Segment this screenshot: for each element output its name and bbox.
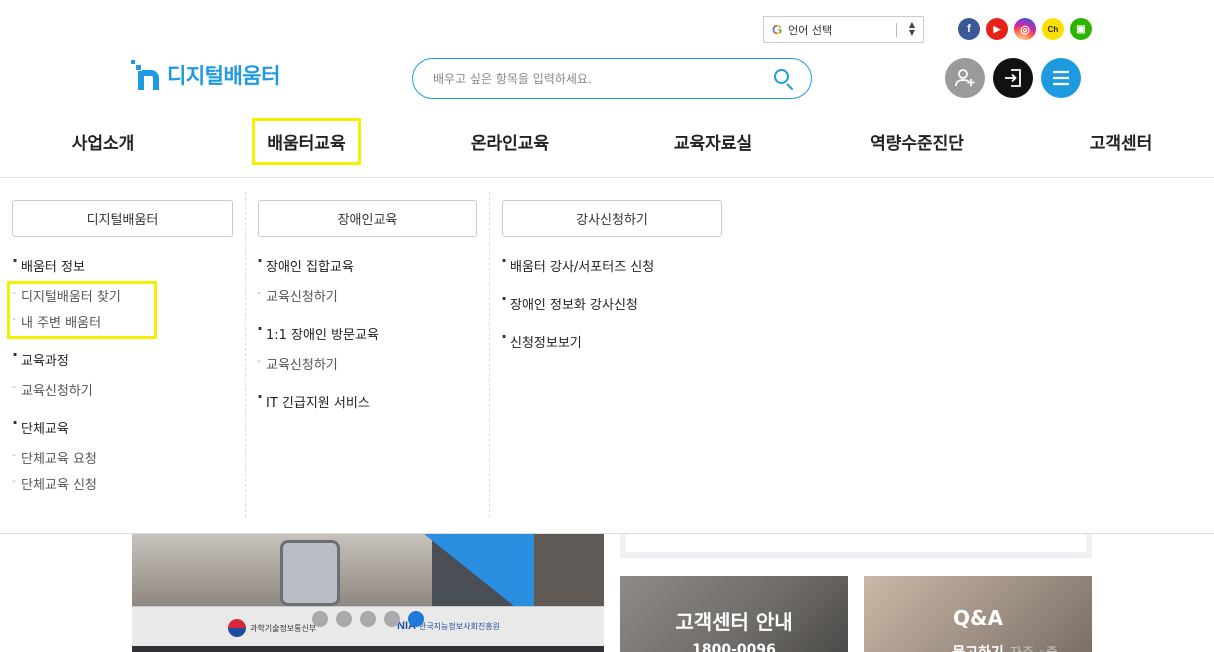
slide-dot[interactable] (360, 611, 376, 627)
customer-center-tile[interactable]: 고객센터 안내 1800-0096 (620, 576, 848, 652)
google-icon: G (772, 22, 783, 37)
mega-menu-top-border (0, 177, 1214, 178)
faq-faint-text: 자주 ◦즐 (1010, 642, 1058, 652)
login-button[interactable] (993, 58, 1033, 98)
menu-disability-visit-edu[interactable]: 1:1 장애인 방문교육 (257, 319, 379, 343)
category-instructor-apply[interactable]: 강사신청하기 (502, 200, 722, 237)
notice-box (620, 534, 1092, 558)
msit-name: 과학기술정보통신부 (250, 623, 317, 633)
hamburger-icon (1053, 70, 1069, 86)
nav-learning-center-edu[interactable]: 배움터교육 (252, 118, 361, 165)
column-divider (489, 192, 490, 517)
phone-image (280, 540, 340, 606)
join-button[interactable] (945, 58, 985, 98)
menu-apply-course[interactable]: 교육신청하기 (257, 286, 338, 305)
youtube-icon[interactable]: ▶ (986, 18, 1008, 40)
slide-dot[interactable] (312, 611, 328, 627)
kakaotalk-icon[interactable]: Ch (1042, 18, 1064, 40)
menu-center-info[interactable]: 배움터 정보 (12, 251, 85, 275)
category-digital-center[interactable]: 디지털배움터 (12, 200, 233, 237)
msit-logo: 과학기술정보통신부 (228, 619, 316, 637)
menu-disability-group-edu[interactable]: 장애인 집합교육 (257, 251, 354, 275)
add-user-icon (955, 69, 975, 87)
search-bar (412, 58, 812, 99)
slide-dot[interactable] (336, 611, 352, 627)
language-select[interactable]: G 언어 선택 ▲ ▼ (763, 16, 924, 43)
nia-name: 한국지능정보사회진흥원 (418, 621, 500, 631)
login-icon (1005, 69, 1021, 87)
qna-tile[interactable]: Q&A 묻고하기 (864, 576, 1092, 652)
facebook-icon[interactable]: f (958, 18, 980, 40)
blog-icon[interactable]: ▣ (1070, 18, 1092, 40)
nav-competency-diagnosis[interactable]: 역량수준진단 (863, 118, 971, 164)
nav-business-intro[interactable]: 사업소개 (67, 118, 139, 164)
banner-accent-shape (424, 534, 514, 606)
site-logo[interactable]: 디지털배움터 (131, 58, 280, 92)
all-menu-button[interactable] (1041, 58, 1081, 98)
category-disability-edu[interactable]: 장애인교육 (258, 200, 477, 237)
instagram-icon[interactable]: ◎ (1014, 18, 1036, 40)
menu-apply-course[interactable]: 교육신청하기 (12, 380, 93, 399)
main-banner[interactable]: 과학기술정보통신부 NIA 한국지능정보사회진흥원 (132, 534, 604, 652)
menu-instructor-supporter-apply[interactable]: 배움터 강사/서포터즈 신청 (501, 251, 654, 275)
social-links: f ▶ ◎ Ch ▣ (958, 18, 1092, 40)
highlight-box (7, 281, 157, 339)
banner-side-photo (534, 534, 604, 606)
search-icon[interactable] (773, 68, 795, 90)
logo-mark-icon (131, 58, 161, 92)
taegeuk-emblem-icon (228, 619, 246, 637)
nav-edu-materials[interactable]: 교육자료실 (668, 118, 758, 164)
main-nav: 사업소개 배움터교육 온라인교육 교육자료실 역량수준진단 고객센터 (0, 118, 1214, 166)
menu-group-edu-request[interactable]: 단체교육 요청 (12, 448, 97, 467)
nav-online-edu[interactable]: 온라인교육 (465, 118, 555, 164)
slide-indicators (312, 611, 424, 627)
language-select-label: 언어 선택 (788, 23, 833, 37)
menu-curriculum[interactable]: 교육과정 (12, 345, 69, 369)
menu-group-edu-apply[interactable]: 단체교육 신청 (12, 474, 97, 493)
banner-accent-block (514, 534, 534, 606)
menu-group-edu[interactable]: 단체교육 (12, 413, 69, 437)
menu-view-application[interactable]: 신청정보보기 (501, 327, 582, 351)
banner-bottom-bar (132, 646, 604, 652)
column-divider (245, 192, 246, 517)
menu-apply-course[interactable]: 교육신청하기 (257, 354, 338, 373)
customer-center-phone: 1800-0096 (692, 642, 776, 652)
select-divider (896, 23, 897, 37)
search-input[interactable] (433, 71, 773, 86)
select-arrows-icon: ▲ ▼ (908, 20, 915, 37)
logo-text: 디지털배움터 (167, 64, 280, 88)
menu-disability-instructor-apply[interactable]: 장애인 정보화 강사신청 (501, 289, 638, 313)
slide-dot[interactable] (384, 611, 400, 627)
page: G 언어 선택 ▲ ▼ f ▶ ◎ Ch ▣ 디지털배움터 배우고 싶은 항목을… (0, 0, 1214, 652)
qna-subtitle: 묻고하기 (952, 642, 1004, 652)
slide-dot-active[interactable] (408, 611, 424, 627)
menu-it-emergency-support[interactable]: IT 긴급지원 서비스 (257, 387, 370, 411)
nav-customer-center[interactable]: 고객센터 (1085, 118, 1157, 164)
